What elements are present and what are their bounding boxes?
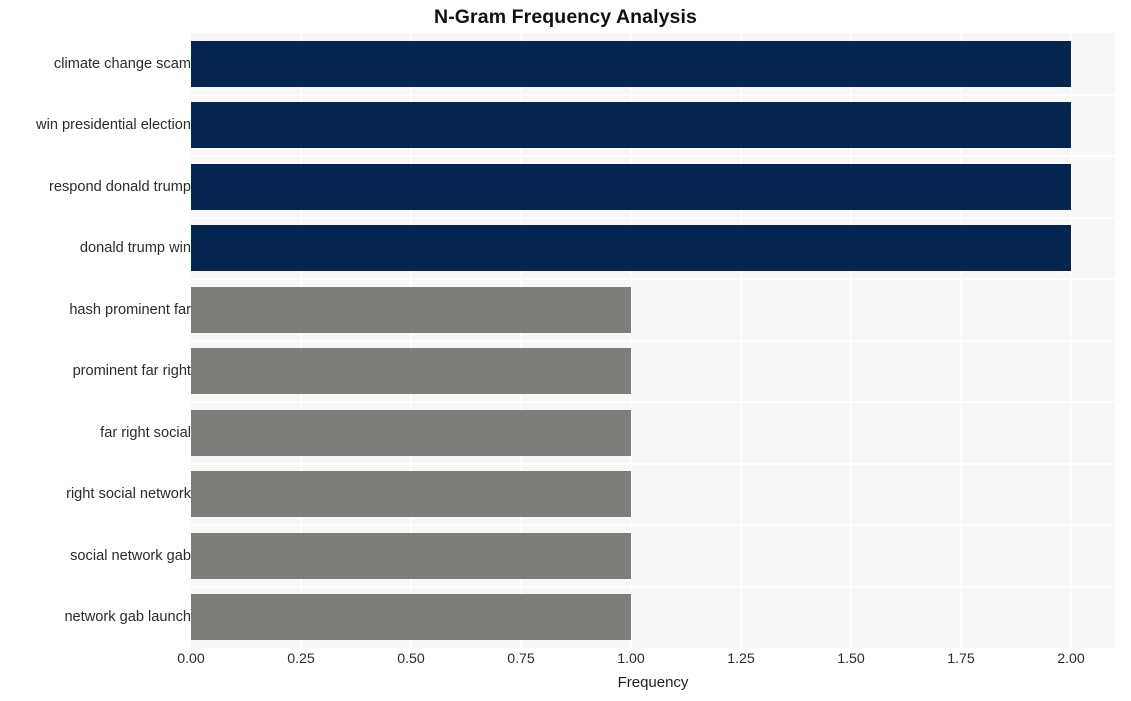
y-axis-tick-label: climate change scam [53, 55, 191, 72]
chart-figure: N-Gram Frequency Analysis climate change… [0, 0, 1131, 701]
y-axis-tick-label: respond donald trump [49, 178, 191, 195]
bar [191, 471, 631, 518]
y-axis-tick-labels: climate change scam win presidential elec… [0, 33, 191, 648]
y-axis-tick-label: hash prominent far [69, 301, 191, 318]
x-axis-tick-label: 1.25 [727, 651, 755, 667]
bar [191, 40, 1071, 87]
bar [191, 348, 631, 395]
gridline-horizontal [191, 278, 1115, 280]
y-axis-tick-label: prominent far right [72, 363, 191, 380]
x-axis-tick-label: 2.00 [1057, 651, 1085, 667]
y-axis-tick-label: right social network [66, 486, 191, 503]
x-axis-tick-label: 0.25 [287, 651, 315, 667]
bar [191, 409, 631, 456]
y-axis-tick-label: win presidential election [36, 117, 191, 134]
x-axis-tick-label: 0.50 [397, 651, 425, 667]
y-axis-tick-label: far right social [100, 424, 191, 441]
gridline-horizontal [191, 339, 1115, 342]
bar [191, 102, 1071, 149]
bar [191, 594, 631, 641]
x-axis-tick-label: 0.75 [507, 651, 535, 667]
page-title: N-Gram Frequency Analysis [434, 6, 697, 28]
gridline-horizontal [191, 462, 1115, 465]
y-axis-tick-label: donald trump win [79, 240, 191, 257]
x-axis-tick-label: 0.00 [177, 651, 205, 667]
x-axis-title: Frequency [617, 674, 689, 691]
x-axis-tick-label: 1.50 [837, 651, 865, 667]
bar [191, 225, 1071, 272]
bar [191, 163, 1071, 210]
gridline-horizontal [191, 585, 1115, 588]
gridline-horizontal [191, 401, 1115, 403]
x-axis-tick-label: 1.75 [947, 651, 975, 667]
bar [191, 286, 631, 333]
gridline-horizontal [191, 524, 1115, 526]
gridline-horizontal [191, 93, 1115, 96]
x-axis-tick-label: 1.00 [617, 651, 645, 667]
x-axis-tick-labels: 0.00 0.25 0.50 0.75 1.00 1.25 1.50 1.75 2.00 [0, 652, 1131, 676]
gridline-horizontal [191, 216, 1115, 219]
gridline-horizontal [191, 155, 1115, 157]
bar [191, 532, 631, 579]
y-axis-tick-label: social network gab [70, 547, 191, 564]
plot-area [191, 33, 1115, 648]
y-axis-tick-label: network gab launch [64, 609, 191, 626]
